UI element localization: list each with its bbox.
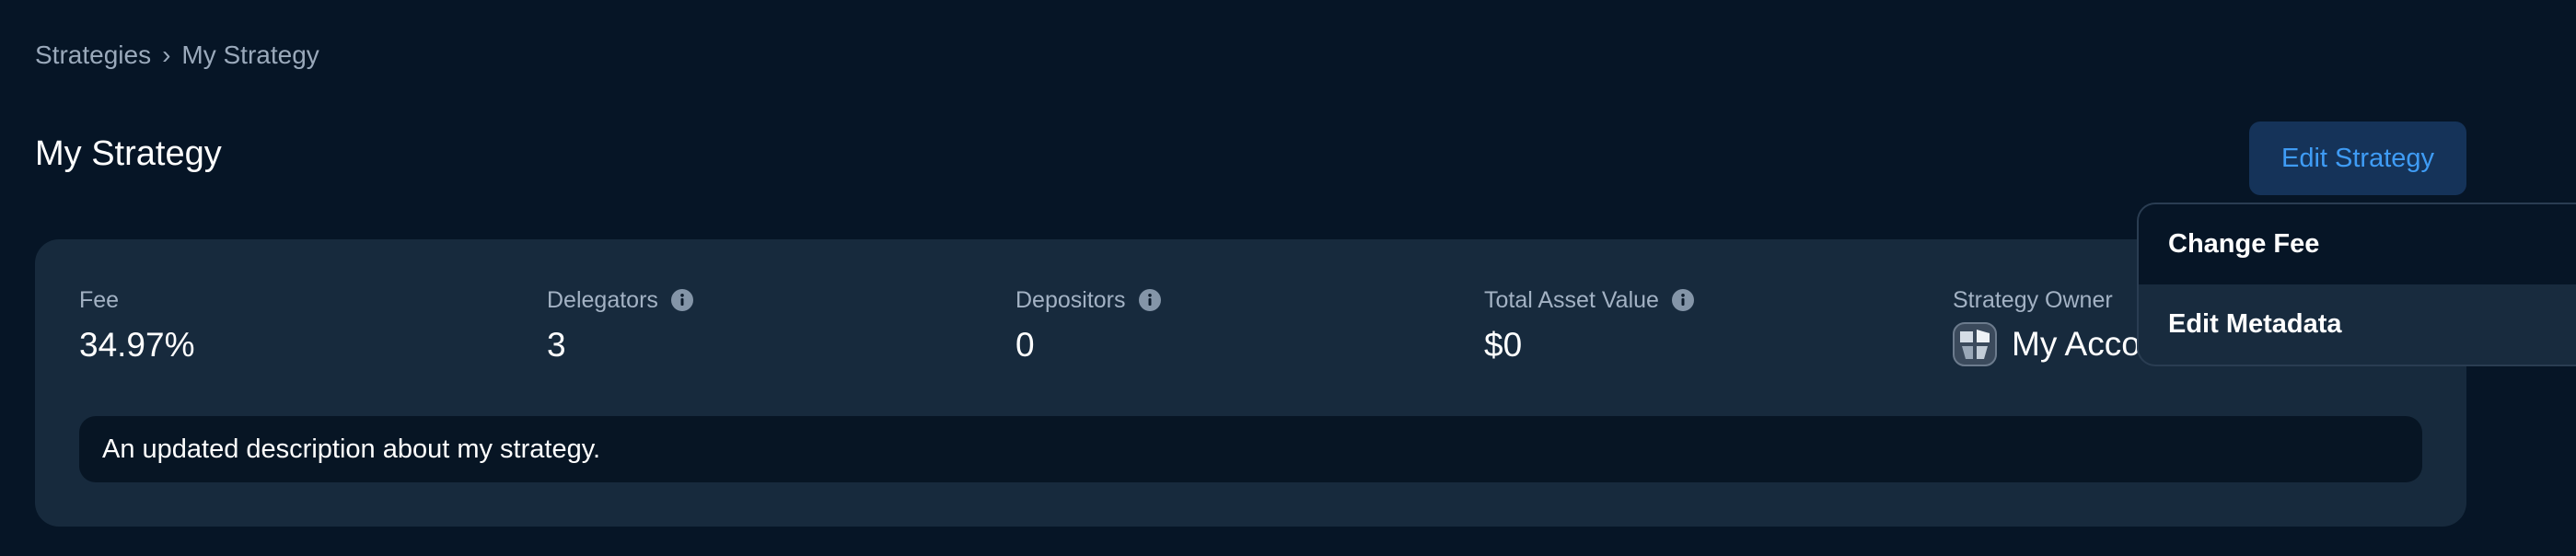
breadcrumb-strategies-link[interactable]: Strategies xyxy=(35,41,151,70)
depositors-value: 0 xyxy=(1015,326,1035,364)
page-title: My Strategy xyxy=(35,134,222,173)
edit-metadata-menu-item[interactable]: Edit Metadata xyxy=(2139,284,2576,365)
delegators-label: Delegators xyxy=(547,286,658,313)
delegators-stat: Delegators 3 xyxy=(547,285,693,365)
total-asset-value-info-icon[interactable] xyxy=(1671,289,1694,311)
delegators-value: 3 xyxy=(547,326,566,364)
change-fee-menu-item[interactable]: Change Fee xyxy=(2139,204,2576,284)
edit-strategy-menu: Change Fee Edit Metadata xyxy=(2137,203,2576,366)
strategy-description: An updated description about my strategy… xyxy=(79,416,2422,482)
fee-stat: Fee 34.97% xyxy=(79,285,195,365)
strategy-summary-card: Fee 34.97% Delegators 3 Depositors 0 Tot… xyxy=(35,239,2466,527)
depositors-info-icon[interactable] xyxy=(1138,289,1161,311)
breadcrumb: Strategies › My Strategy xyxy=(35,41,319,70)
strategy-owner-value[interactable]: My Acco xyxy=(2012,325,2141,364)
strategy-owner-label: Strategy Owner xyxy=(1953,286,2113,313)
depositors-label: Depositors xyxy=(1015,286,1126,313)
total-asset-value-value: $0 xyxy=(1484,326,1523,364)
breadcrumb-current: My Strategy xyxy=(181,41,319,69)
edit-strategy-button[interactable]: Edit Strategy xyxy=(2249,122,2466,195)
total-asset-value-label: Total Asset Value xyxy=(1484,286,1659,313)
delegators-info-icon[interactable] xyxy=(670,289,693,311)
fee-label: Fee xyxy=(79,286,120,313)
owner-avatar xyxy=(1953,322,1997,366)
fee-value: 34.97% xyxy=(79,326,195,364)
depositors-stat: Depositors 0 xyxy=(1015,285,1161,365)
total-asset-value-stat: Total Asset Value $0 xyxy=(1484,285,1694,365)
strategy-owner-stat: Strategy Owner My Acco xyxy=(1953,285,2141,366)
breadcrumb-separator: › xyxy=(162,41,171,69)
